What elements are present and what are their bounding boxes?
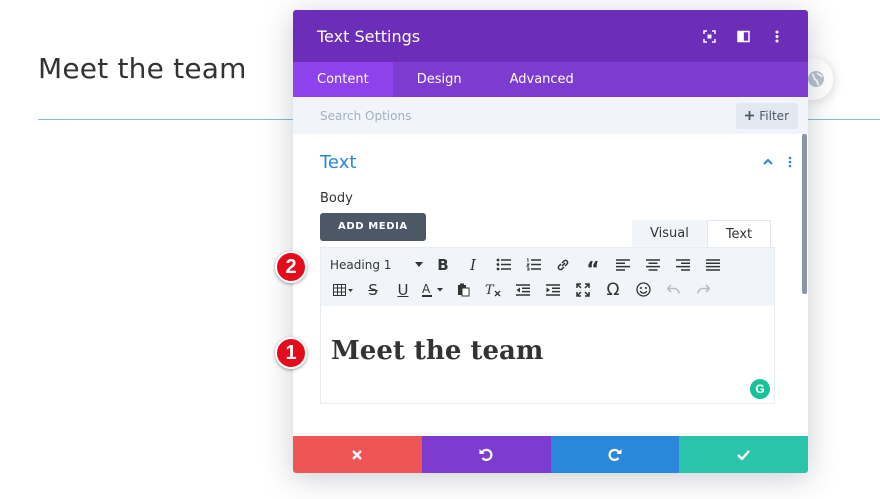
screenshot-expand-icon[interactable] [702, 29, 716, 43]
modal-body: Text Body ADD MEDIA Visual Text Heading … [293, 134, 808, 439]
redo-arrow-icon [608, 448, 622, 461]
undo-arrow-icon [479, 448, 493, 461]
undo-icon[interactable] [658, 278, 688, 302]
save-button[interactable] [679, 436, 808, 473]
special-character-icon[interactable]: Ω [598, 278, 628, 302]
caret-down-icon [415, 262, 423, 267]
align-right-icon[interactable] [668, 253, 698, 277]
tab-content[interactable]: Content [293, 62, 393, 97]
section-title[interactable]: Text [320, 152, 356, 173]
svg-text:A: A [422, 283, 431, 296]
filter-label: Filter [759, 108, 789, 123]
format-select[interactable]: Heading 1 [328, 253, 428, 277]
section-more-icon[interactable] [788, 156, 792, 168]
emoji-icon[interactable] [628, 278, 658, 302]
more-options-icon[interactable] [770, 29, 784, 43]
search-options-input[interactable] [320, 108, 620, 123]
indent-icon[interactable] [538, 278, 568, 302]
editor-content-area[interactable]: Meet the team [321, 306, 774, 366]
modal-tabs: Content Design Advanced [293, 62, 808, 97]
blockquote-icon[interactable]: “ [578, 253, 608, 281]
align-justify-icon[interactable] [698, 253, 728, 277]
editor-mode-tabs: Visual Text [632, 220, 772, 248]
editor-toolbar: Heading 1 B I “ S U A T Ω [321, 248, 774, 306]
redo-icon[interactable] [688, 278, 718, 302]
modal-title: Text Settings [317, 26, 421, 46]
strikethrough-icon[interactable]: S [358, 278, 388, 302]
checkmark-icon [737, 449, 751, 460]
clear-formatting-icon[interactable]: T [478, 278, 508, 302]
bullet-list-icon[interactable] [488, 253, 518, 277]
redo-button[interactable] [550, 436, 680, 473]
sidebar-layout-icon[interactable] [736, 29, 750, 43]
text-settings-modal: Text Settings Content Design Advanced Se… [293, 10, 808, 473]
tab-advanced[interactable]: Advanced [486, 62, 598, 97]
outdent-icon[interactable] [508, 278, 538, 302]
filter-button[interactable]: Filter [736, 102, 798, 129]
fullscreen-icon[interactable] [568, 278, 598, 302]
tab-design[interactable]: Design [393, 62, 486, 97]
modal-scrollbar[interactable] [802, 134, 807, 294]
align-left-icon[interactable] [608, 253, 638, 277]
chevron-up-icon[interactable] [762, 156, 774, 168]
underline-icon[interactable]: U [388, 278, 418, 302]
tab-visual[interactable]: Visual [632, 220, 707, 248]
rich-text-editor: Heading 1 B I “ S U A T Ω Meet the team … [320, 247, 775, 404]
page: Meet the team Text Settings Content Desi… [0, 0, 880, 499]
annotation-badge-2: 2 [275, 251, 307, 283]
undo-button[interactable] [421, 436, 551, 473]
svg-text:T: T [485, 283, 495, 297]
globe-icon [808, 71, 824, 87]
annotation-badge-1: 1 [275, 337, 307, 369]
grammarly-icon[interactable]: G [750, 379, 770, 399]
add-media-button[interactable]: ADD MEDIA [320, 213, 426, 241]
paste-text-icon[interactable] [448, 278, 478, 302]
close-icon [352, 449, 363, 460]
search-bar: Filter [293, 97, 808, 134]
format-select-value: Heading 1 [330, 257, 392, 272]
modal-header: Text Settings [293, 10, 808, 62]
text-color-icon[interactable]: A [418, 278, 448, 302]
modal-footer [293, 436, 808, 473]
numbered-list-icon[interactable] [518, 253, 548, 277]
plus-icon [745, 111, 755, 120]
table-icon[interactable] [328, 278, 358, 302]
cancel-button[interactable] [293, 436, 422, 473]
align-center-icon[interactable] [638, 253, 668, 277]
link-icon[interactable] [548, 253, 578, 277]
background-page-heading: Meet the team [38, 52, 247, 85]
body-label: Body [320, 191, 353, 206]
italic-icon[interactable]: I [458, 253, 488, 277]
tab-text[interactable]: Text [706, 220, 772, 248]
bold-icon[interactable]: B [428, 253, 458, 277]
section-divider [293, 433, 808, 434]
editor-heading-text[interactable]: Meet the team [331, 336, 764, 366]
